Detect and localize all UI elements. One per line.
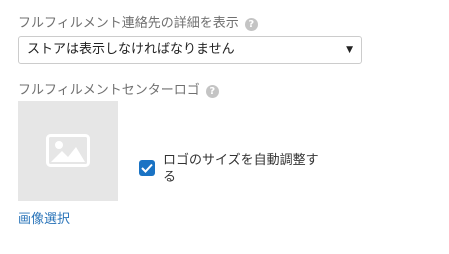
contact-details-label-text: フルフィルメント連絡先の詳細を表示 xyxy=(18,16,239,31)
select-image-link[interactable]: 画像選択 xyxy=(18,208,70,227)
contact-details-select[interactable]: ストアは表示しなければなりません ▼ xyxy=(18,36,362,64)
auto-resize-label[interactable]: ロゴのサイズを自動調整する xyxy=(163,152,328,186)
logo-label: フルフィルメントセンターロゴ ? xyxy=(18,83,219,99)
auto-resize-checkbox[interactable] xyxy=(139,160,155,176)
logo-label-text: フルフィルメントセンターロゴ xyxy=(18,83,200,98)
help-icon[interactable]: ? xyxy=(244,17,258,31)
contact-details-select-value: ストアは表示しなければなりません xyxy=(27,42,235,57)
checkmark-icon xyxy=(141,163,153,173)
logo-preview xyxy=(18,101,118,201)
image-placeholder-icon xyxy=(46,134,90,167)
contact-details-label: フルフィルメント連絡先の詳細を表示 ? xyxy=(18,16,258,32)
help-icon[interactable]: ? xyxy=(205,84,219,98)
chevron-down-icon: ▼ xyxy=(346,45,353,55)
